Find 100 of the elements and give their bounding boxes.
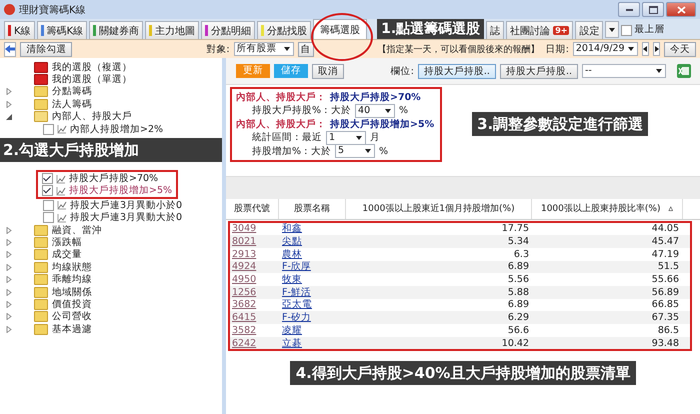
- tree-item[interactable]: 基本過濾: [52, 322, 92, 336]
- stock-code-link[interactable]: 3049: [230, 223, 280, 234]
- tab[interactable]: 分點明細: [201, 21, 256, 39]
- tree-item[interactable]: 乖離均線: [52, 273, 92, 286]
- stock-code-link[interactable]: 6415: [230, 312, 280, 324]
- tree-item[interactable]: 地域關係: [52, 286, 92, 299]
- target-select[interactable]: 所有股票: [234, 42, 294, 56]
- column-header[interactable]: 股票代號: [226, 198, 279, 218]
- table-cell-text: 67.35: [650, 312, 680, 324]
- close-button[interactable]: [666, 2, 696, 17]
- stock-code-link[interactable]: 4924: [230, 261, 280, 272]
- stock-code-link[interactable]: 6242: [230, 338, 280, 349]
- tree-item[interactable]: 持股大戶連3月異動大於0: [70, 211, 182, 224]
- expand-arrow-icon[interactable]: [6, 88, 12, 96]
- unit-label: 月: [370, 131, 380, 144]
- tab[interactable]: 誌: [486, 21, 504, 39]
- column-header[interactable]: 股票名稱: [279, 198, 346, 218]
- expand-arrow-icon[interactable]: [6, 100, 12, 108]
- clear-selection-button[interactable]: 清除勾選: [20, 42, 72, 56]
- tree-item[interactable]: 內部人持股增加>2%: [70, 122, 164, 136]
- stock-code-link[interactable]: 4950: [230, 274, 280, 286]
- column-header[interactable]: 1000張以上股東近1個月持股增加(%): [346, 198, 532, 218]
- tree-item[interactable]: 法人籌碼: [52, 98, 92, 111]
- maximize-button[interactable]: [642, 2, 664, 17]
- expand-arrow-icon[interactable]: [6, 238, 12, 246]
- field-button[interactable]: 持股大戶持股..: [500, 64, 578, 78]
- tree-item[interactable]: 持股大戶持股增加>5%: [69, 184, 172, 198]
- date-field[interactable]: 2014/9/29: [572, 42, 638, 56]
- stock-name-link[interactable]: F-鮮活: [280, 286, 346, 299]
- stock-code-link[interactable]: 3582: [230, 324, 280, 336]
- next-day-button[interactable]: [652, 42, 660, 56]
- tree-item[interactable]: 持股大戶連3月異動小於0: [70, 198, 182, 212]
- stock-name-link[interactable]: 尖點: [280, 235, 346, 248]
- field-button[interactable]: 持股大戶持股..: [418, 64, 496, 78]
- tree-item[interactable]: 我的選股（單選）: [52, 73, 132, 86]
- cancel-button[interactable]: 取消: [312, 64, 344, 78]
- tab[interactable]: 分點找股: [257, 21, 312, 39]
- expand-arrow-icon[interactable]: [6, 288, 12, 296]
- tree-item[interactable]: 漲跌幅: [52, 236, 82, 249]
- table-cell-text: 66.85: [650, 299, 680, 310]
- stock-name-link[interactable]: 牧東: [280, 273, 346, 286]
- expand-arrow-icon[interactable]: [6, 226, 12, 234]
- caret-right-icon: [654, 46, 659, 52]
- expand-arrow-icon[interactable]: [6, 313, 12, 320]
- tab[interactable]: 籌碼K線: [36, 21, 88, 39]
- tab[interactable]: 籌碼選股: [313, 19, 368, 39]
- parameter-select[interactable]: 40: [355, 104, 396, 118]
- tree-item[interactable]: 我的選股（複選）: [52, 60, 132, 74]
- tree-item[interactable]: 成交量: [52, 248, 82, 262]
- tree-item[interactable]: 融資、當沖: [52, 224, 102, 237]
- expand-arrow-icon[interactable]: [6, 251, 12, 258]
- checkbox[interactable]: [43, 212, 54, 224]
- checkbox[interactable]: [621, 25, 632, 36]
- filter-name: 持股大戶持股增加>5%: [330, 118, 434, 131]
- stock-code-link[interactable]: 3682: [230, 299, 280, 310]
- checkbox[interactable]: [43, 124, 54, 135]
- tab[interactable]: 主力地圖: [145, 21, 200, 39]
- table-cell-text: 56.89: [650, 286, 680, 298]
- tab[interactable]: K線: [4, 21, 35, 39]
- expand-arrow-icon[interactable]: [6, 276, 12, 284]
- stock-name-link[interactable]: F-欣厚: [280, 260, 346, 274]
- expand-arrow-icon[interactable]: [6, 326, 12, 333]
- stock-name-link[interactable]: 亞太電: [280, 298, 346, 312]
- dropdown-arrow-button[interactable]: [605, 21, 620, 38]
- checkbox[interactable]: [42, 185, 53, 196]
- checkbox[interactable]: [43, 200, 54, 211]
- community-tab[interactable]: 社團討論 9+: [506, 21, 574, 39]
- tree-item[interactable]: 價值投資: [52, 298, 92, 311]
- stock-name-link[interactable]: 和鑫: [280, 222, 346, 236]
- tree-item[interactable]: 持股大戶持股>70%: [69, 172, 158, 186]
- parameter-select[interactable]: 5: [335, 144, 376, 158]
- stock-name-link[interactable]: F-矽力: [280, 311, 346, 324]
- spreadsheet-export-icon[interactable]: [676, 63, 692, 79]
- tree-item[interactable]: 分點籌碼: [52, 85, 92, 98]
- tree-item[interactable]: 公司營收: [52, 310, 92, 324]
- back-button[interactable]: [4, 42, 16, 56]
- stock-code-link[interactable]: 1256: [230, 286, 280, 298]
- stock-code-link[interactable]: 2913: [230, 248, 280, 260]
- minimize-button[interactable]: [618, 2, 640, 17]
- parameter-label: 統計區間：最近: [252, 131, 322, 144]
- checkbox[interactable]: [42, 173, 53, 184]
- tree-item[interactable]: 內部人、持股大戶: [52, 110, 132, 124]
- parameter-select[interactable]: 1: [326, 130, 366, 145]
- custom-button[interactable]: 自: [298, 42, 314, 56]
- tree-item[interactable]: 均線狀態: [52, 260, 92, 274]
- stock-name-link[interactable]: 凌耀: [280, 324, 346, 337]
- table-cell-text: 5.34: [506, 236, 530, 248]
- stock-name-link[interactable]: 立碁: [280, 336, 346, 350]
- field-select[interactable]: --: [582, 64, 666, 78]
- chart-icon: [56, 174, 66, 184]
- previous-day-button[interactable]: [642, 42, 649, 56]
- column-header[interactable]: 1000張以上股東持股比率(%) ▵: [532, 198, 683, 218]
- stock-code-link[interactable]: 8021: [230, 236, 280, 248]
- collapse-arrow-icon[interactable]: [6, 113, 12, 120]
- today-button[interactable]: 今天: [664, 42, 696, 56]
- tab[interactable]: 關鍵券商: [89, 21, 144, 39]
- settings-tab[interactable]: 設定: [575, 21, 604, 39]
- expand-arrow-icon[interactable]: [6, 300, 12, 308]
- expand-arrow-icon[interactable]: [6, 264, 12, 271]
- stock-name-link[interactable]: 農林: [280, 248, 346, 261]
